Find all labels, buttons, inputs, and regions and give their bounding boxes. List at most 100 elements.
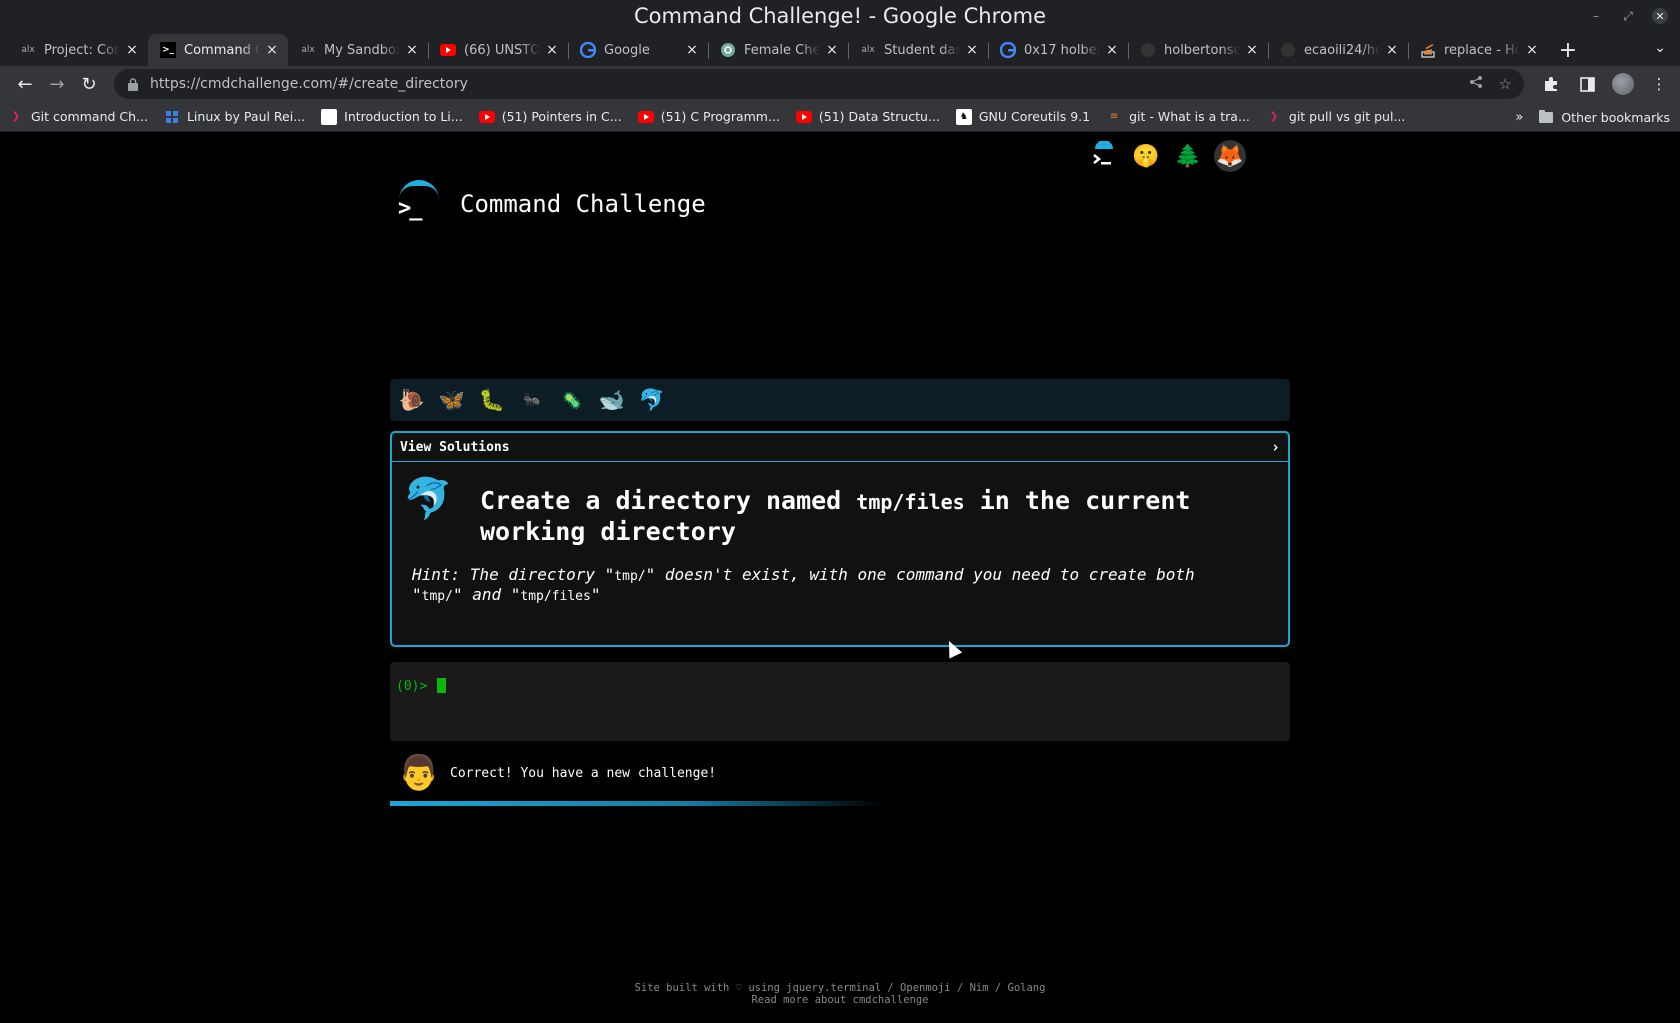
url-text[interactable]: https://cmdchallenge.com/#/create_direct… — [150, 76, 1453, 92]
extensions-puzzle-icon[interactable] — [1540, 73, 1562, 95]
close-tab-icon[interactable]: × — [124, 42, 140, 58]
close-tab-icon[interactable]: × — [544, 42, 560, 58]
profile-avatar[interactable] — [1612, 73, 1634, 95]
youtube-icon — [637, 109, 654, 125]
tab[interactable]: holbertonschool × — [1128, 34, 1268, 66]
butterfly-icon[interactable]: 🦋 — [438, 386, 466, 414]
bookmark-item[interactable]: (51) Pointers in C... — [478, 109, 622, 125]
other-bookmarks-folder[interactable]: Other bookmarks — [1539, 109, 1670, 125]
close-tab-icon[interactable]: × — [1384, 42, 1400, 58]
terminal-icon: >_ — [160, 42, 176, 58]
new-tab-button[interactable]: + — [1554, 36, 1582, 64]
tab-active[interactable]: >_ Command Challenge! × — [148, 34, 288, 66]
share-icon[interactable] — [1469, 75, 1483, 93]
challenge-title: Create a directory named tmp/files in th… — [480, 486, 1276, 546]
bookmarks-overflow-chevron-icon[interactable]: » — [1515, 110, 1523, 125]
bookmark-label: (51) C Programm... — [660, 109, 780, 124]
bookmark-item[interactable]: Introduction to Li... — [321, 108, 463, 125]
site-header: >_ Command Challenge — [396, 180, 706, 228]
whale-icon[interactable]: 🐋 — [598, 386, 626, 414]
lock-icon[interactable] — [126, 77, 140, 91]
close-tab-icon[interactable]: × — [1524, 42, 1540, 58]
bookmark-item[interactable]: (51) C Programm... — [637, 109, 780, 125]
tab[interactable]: replace - How to × — [1408, 34, 1548, 66]
tab-label: My Sandboxes — [324, 42, 400, 58]
menu-kebab-icon[interactable]: ⋮ — [1648, 73, 1670, 95]
forward-arrow-icon[interactable]: → — [42, 69, 72, 99]
close-window-button[interactable]: ✕ — [1652, 8, 1668, 24]
page-icon — [321, 108, 338, 125]
bookmark-item[interactable]: (51) Data Structu... — [795, 109, 940, 125]
snail-icon[interactable]: 🐌 — [398, 386, 426, 414]
tab[interactable]: Female Chef × — [708, 34, 848, 66]
tab-search-chevron-icon[interactable]: ⌄ — [1654, 40, 1666, 56]
minimize-button[interactable]: – — [1588, 8, 1604, 24]
dolphin-icon: 🐬 — [403, 475, 453, 522]
tab[interactable]: alx My Sandboxes × — [288, 34, 428, 66]
challenge-title-code: tmp/files — [856, 490, 965, 514]
shushing-face-icon[interactable]: 🤫 — [1130, 140, 1162, 172]
bookmark-star-icon[interactable]: ☆ — [1499, 75, 1512, 93]
close-tab-icon[interactable]: × — [404, 42, 420, 58]
gnu-icon: ♞ — [955, 108, 972, 125]
tree-icon[interactable]: 🌲 — [1172, 140, 1204, 172]
bookmark-label: GNU Coreutils 9.1 — [978, 109, 1091, 124]
dolphin-icon[interactable]: 🐬 — [638, 386, 666, 414]
terminal-logo-icon[interactable] — [1088, 140, 1120, 172]
youtube-icon — [440, 42, 456, 58]
close-tab-icon[interactable]: × — [824, 42, 840, 58]
bookmark-item[interactable]: ♞ GNU Coreutils 9.1 — [955, 108, 1091, 125]
tab[interactable]: alx Project: Command line × — [8, 34, 148, 66]
maximize-button[interactable]: ⤢ — [1620, 8, 1636, 24]
youtube-icon — [478, 109, 495, 125]
ant-icon[interactable]: 🐜 — [518, 386, 546, 414]
address-bar[interactable]: https://cmdchallenge.com/#/create_direct… — [114, 69, 1524, 99]
tab-label: ecaoili24/holberton — [1304, 42, 1380, 58]
view-solutions-toggle[interactable]: View Solutions › — [392, 433, 1288, 462]
github-icon — [1280, 42, 1296, 58]
bookmark-item[interactable]: ≡ git - What is a tra... — [1106, 109, 1250, 125]
hint-code: tmp/files — [520, 589, 591, 604]
back-arrow-icon[interactable]: ← — [10, 69, 40, 99]
bookmark-item[interactable]: ❯ Git command Ch... — [8, 109, 148, 125]
reload-icon[interactable]: ↻ — [74, 69, 104, 99]
chevron-right-icon[interactable]: › — [1271, 438, 1280, 456]
gitlab-icon[interactable]: 🦊 — [1214, 140, 1246, 172]
close-tab-icon[interactable]: × — [1244, 42, 1260, 58]
progress-bar — [390, 801, 1290, 806]
status-message: Correct! You have a new challenge! — [450, 765, 717, 781]
bookmark-item[interactable]: ❯ git pull vs git pul... — [1266, 109, 1406, 125]
alx-icon: alx — [861, 45, 875, 55]
browser-toolbar: ← → ↻ https://cmdchallenge.com/#/create_… — [0, 66, 1680, 102]
tab[interactable]: (66) UNSTOPPABLE × — [428, 34, 568, 66]
tab-label: holbertonschool — [1164, 42, 1240, 58]
microbe-icon[interactable]: 🦠 — [558, 386, 586, 414]
envelope-icon[interactable]: ✉ — [1256, 140, 1288, 172]
level-bar: 🐌 🦋 🐛 🐜 🦠 🐋 🐬 — [390, 379, 1290, 421]
window-title: Command Challenge! - Google Chrome — [633, 4, 1047, 28]
close-tab-icon[interactable]: × — [964, 42, 980, 58]
site-logo-icon[interactable]: >_ — [396, 180, 440, 228]
tab[interactable]: ecaoili24/holberton × — [1268, 34, 1408, 66]
tab[interactable]: Google × — [568, 34, 708, 66]
close-tab-icon[interactable]: × — [684, 42, 700, 58]
terminal-input[interactable]: (0)> — [390, 662, 1290, 741]
tab-label: (66) UNSTOPPABLE — [464, 42, 540, 58]
stackoverflow-icon — [1420, 42, 1436, 58]
page-content: 🤫 🌲 🦊 ✉ >_ Command Challenge 🐌 🦋 🐛 🐜 🦠 🐋… — [0, 132, 1680, 1023]
alx-icon: alx — [21, 45, 35, 55]
google-icon — [1000, 42, 1016, 58]
tab[interactable]: 0x17 holberton × — [988, 34, 1128, 66]
close-tab-icon[interactable]: × — [264, 42, 280, 58]
other-bookmarks-label: Other bookmarks — [1561, 109, 1670, 125]
bookmark-item[interactable]: Linux by Paul Rei... — [164, 109, 305, 125]
side-panel-icon[interactable] — [1576, 73, 1598, 95]
tab[interactable]: alx Student dashboard × — [848, 34, 988, 66]
tab-label: Female Chef — [744, 42, 820, 58]
caterpillar-icon[interactable]: 🐛 — [478, 386, 506, 414]
close-tab-icon[interactable]: × — [1104, 42, 1120, 58]
google-icon — [580, 42, 596, 58]
footer-about-link[interactable]: Read more about cmdchallenge — [751, 994, 928, 1006]
alx-icon: alx — [301, 45, 315, 55]
site-title[interactable]: Command Challenge — [460, 190, 706, 218]
